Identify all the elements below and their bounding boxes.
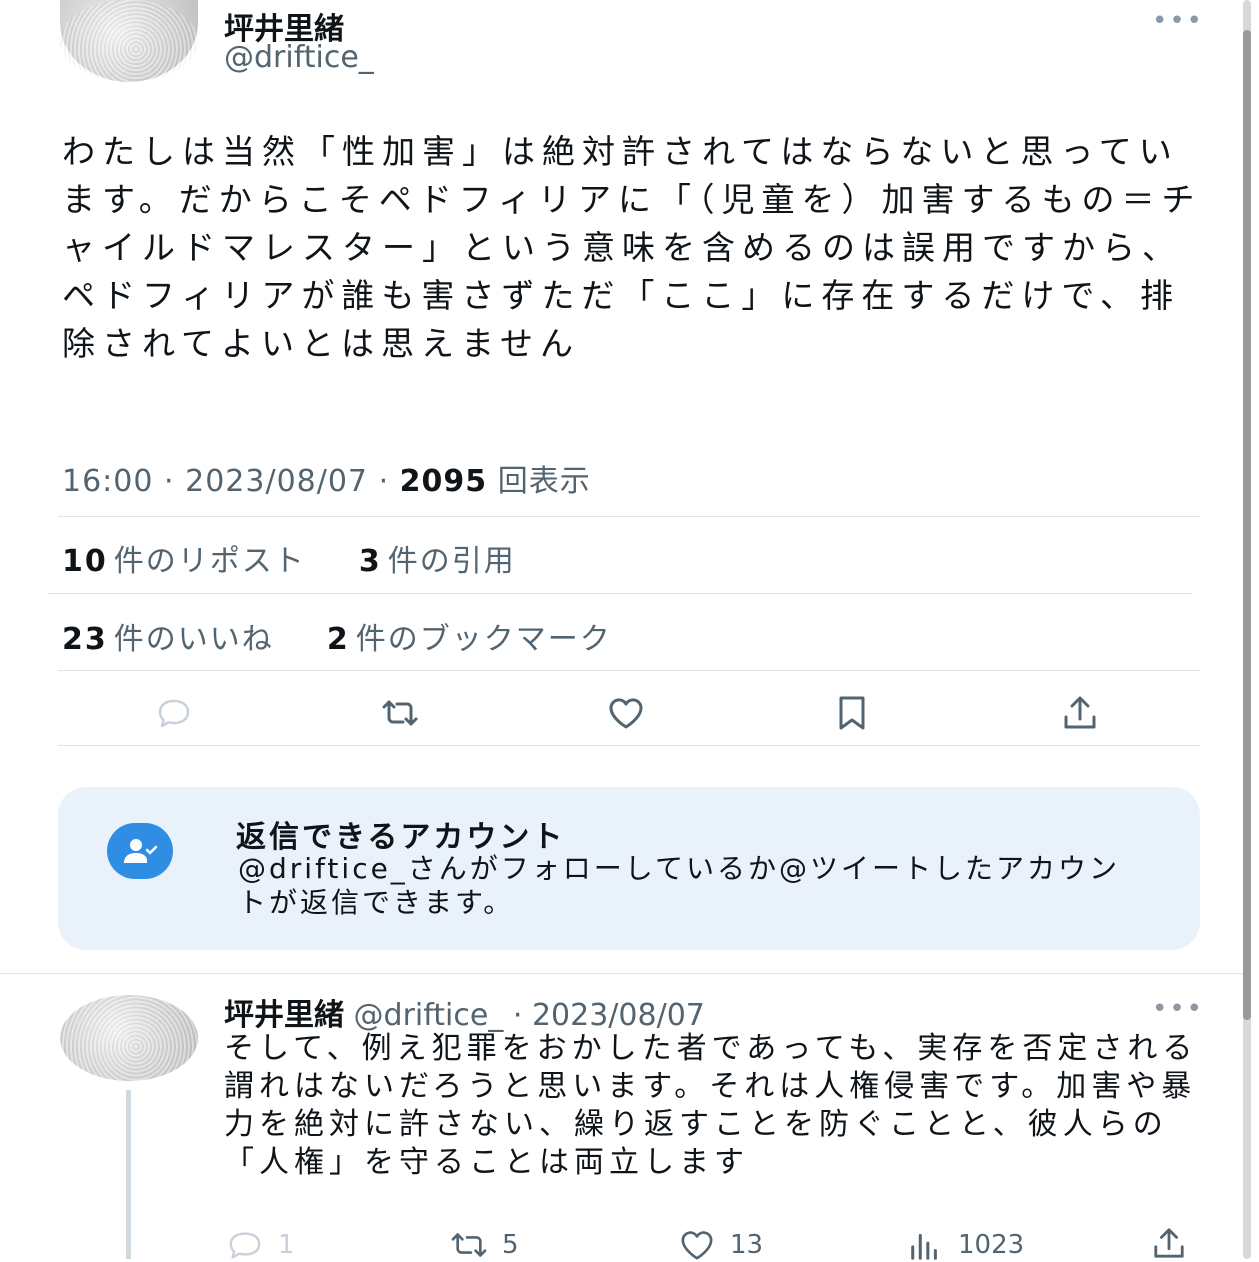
reply-more-options-button[interactable]: ••• [1152, 994, 1204, 1024]
reply-author-handle[interactable]: @driftice_ [354, 998, 504, 1033]
reply-text: そして、例え犯罪をおかした者であっても、実存を否定される謂れはないだろうと思いま… [224, 1031, 1198, 1180]
divider [48, 593, 1192, 594]
heart-icon [681, 1231, 713, 1260]
tweet-date[interactable]: 2023/08/07 [185, 464, 368, 499]
likes-count: 23 [62, 622, 108, 657]
tweet-meta: 16:00 · 2023/08/07 · 2095 回表示 [62, 456, 591, 500]
stats-row-likes: 23 件のいいね 2 件のブックマーク [62, 614, 612, 658]
like-button[interactable] [596, 688, 656, 738]
reply-like-button[interactable]: 13 [678, 1228, 763, 1262]
reply-icon [229, 1232, 261, 1259]
bookmark-button[interactable] [822, 688, 882, 738]
author-handle[interactable]: @driftice_ [224, 40, 374, 75]
scrollbar-thumb[interactable] [1243, 30, 1251, 1020]
heart-icon [609, 698, 643, 729]
reply-restriction-badge [107, 823, 173, 879]
tweet-time[interactable]: 16:00 [62, 464, 153, 499]
quotes-label: 件の引用 [387, 544, 516, 579]
tweet-text: わたしは当然「性加害」は絶対許されてはならないと思っています。だからこそペドフィ… [62, 132, 1202, 363]
quotes-stat[interactable]: 3 件の引用 [359, 544, 516, 579]
divider [0, 973, 1243, 974]
retweet-button[interactable] [370, 688, 430, 738]
reply-views-count: 1023 [958, 1230, 1025, 1260]
divider [58, 745, 1200, 746]
bookmarks-label: 件のブックマーク [355, 622, 612, 657]
likes-label: 件のいいね [113, 622, 274, 657]
reply-button[interactable] [144, 688, 204, 738]
divider [58, 516, 1200, 517]
reply-likes-count: 13 [730, 1230, 764, 1260]
share-icon [1154, 1228, 1184, 1258]
reply-date[interactable]: · 2023/08/07 [513, 998, 705, 1033]
reply-retweets-count: 5 [502, 1230, 519, 1260]
thread-line [126, 1090, 131, 1259]
reply-author-name[interactable]: 坪井里緒 [224, 998, 344, 1033]
stats-row-reposts: 10 件のリポスト 3 件の引用 [62, 536, 516, 580]
meta-separator: · [378, 464, 390, 499]
reposts-count: 10 [62, 544, 108, 579]
reposts-label: 件のリポスト [113, 544, 306, 579]
divider [58, 670, 1200, 671]
bookmarks-stat[interactable]: 2 件のブックマーク [327, 622, 612, 657]
views-label: 回表示 [497, 464, 591, 499]
reply-restriction-description: @driftice_さんがフォローしているか@ツイートしたアカウントが返信できま… [238, 852, 1120, 919]
reply-icon [158, 699, 190, 728]
more-options-button[interactable]: ••• [1152, 6, 1204, 36]
bookmarks-count: 2 [326, 622, 350, 657]
likes-stat[interactable]: 23 件のいいね [62, 622, 274, 657]
reply-header: 坪井里緒 @driftice_ · 2023/08/07 [224, 990, 705, 1034]
reply-replies-count: 1 [278, 1230, 295, 1260]
reply-views-button[interactable]: 1023 [906, 1228, 1024, 1262]
bar-chart-icon [911, 1234, 937, 1260]
user-check-icon [124, 839, 158, 863]
reply-share-button[interactable] [1150, 1226, 1188, 1260]
meta-separator: · [164, 464, 175, 499]
views-count: 2095 [399, 464, 488, 499]
reply-retweet-button[interactable]: 5 [450, 1228, 519, 1262]
reposts-stat[interactable]: 10 件のリポスト [62, 544, 306, 579]
retweet-icon [451, 1233, 487, 1257]
bookmark-icon [839, 696, 865, 730]
reply-author-avatar[interactable] [60, 995, 198, 1081]
share-icon [1064, 696, 1096, 729]
author-avatar[interactable] [60, 0, 198, 82]
share-button[interactable] [1050, 688, 1110, 738]
reply-reply-button[interactable]: 1 [226, 1228, 295, 1262]
quotes-count: 3 [358, 544, 382, 579]
reply-restriction-title: 返信できるアカウント [236, 820, 566, 855]
retweet-icon [382, 700, 418, 726]
